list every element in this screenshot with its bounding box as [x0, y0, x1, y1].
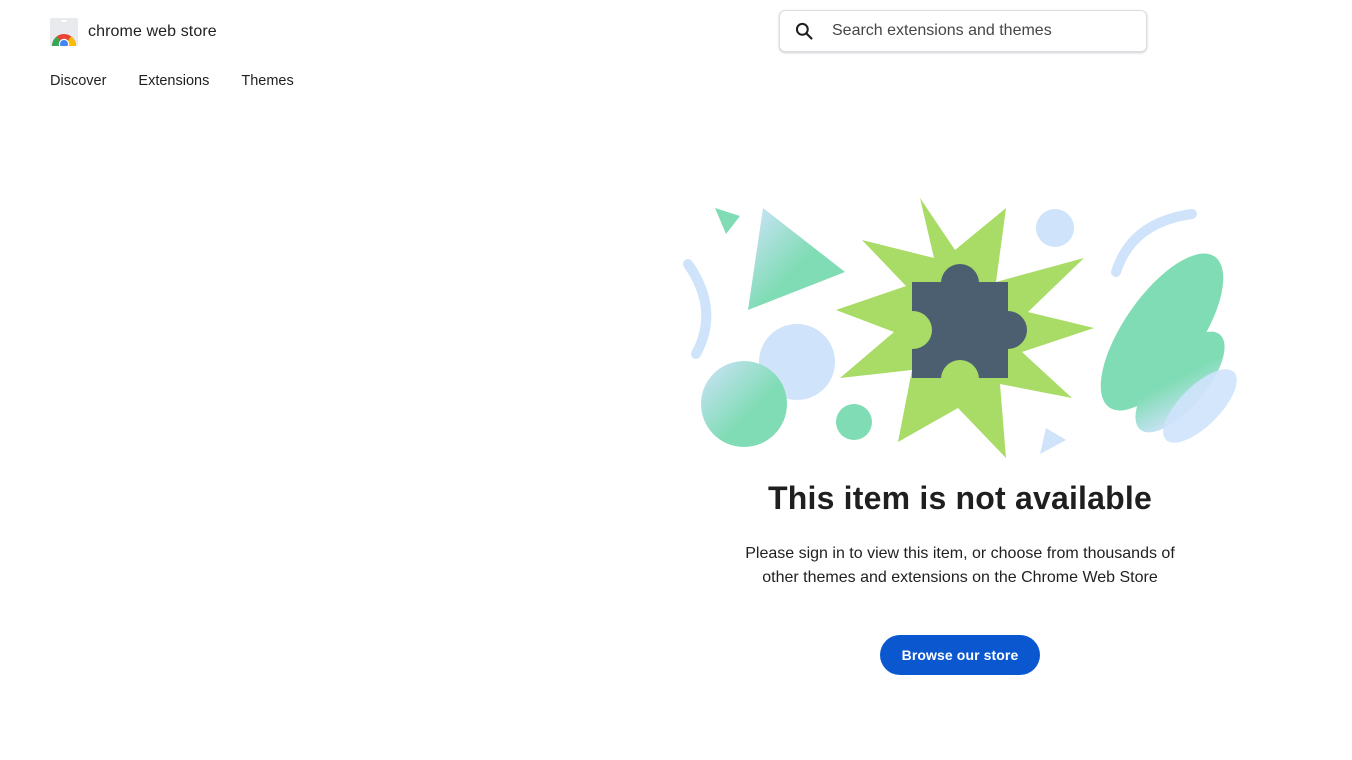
search-box[interactable] — [779, 10, 1147, 52]
search-input[interactable] — [832, 22, 1132, 40]
chrome-web-store-logo-icon — [50, 18, 78, 46]
page: chrome web store Discover Extensions The… — [0, 0, 1352, 760]
brand-link[interactable]: chrome web store — [50, 18, 217, 46]
search-icon[interactable] — [793, 20, 815, 42]
small-blue-circle-shape — [1036, 209, 1074, 247]
browse-store-button[interactable]: Browse our store — [880, 635, 1040, 675]
brand-name: chrome web store — [88, 23, 217, 40]
left-arc-shape — [683, 259, 712, 359]
unavailable-illustration — [683, 198, 1237, 458]
nav-themes[interactable]: Themes — [241, 73, 293, 89]
large-triangle-shape — [748, 208, 845, 310]
message-line-2: other themes and extensions on the Chrom… — [762, 569, 1158, 586]
gradient-circle-shape — [701, 361, 787, 447]
page-title: This item is not available — [768, 480, 1152, 516]
small-triangle-shape — [715, 208, 740, 234]
nav-discover[interactable]: Discover — [50, 73, 106, 89]
small-mint-circle-shape — [836, 404, 872, 440]
message-line-1: Please sign in to view this item, or cho… — [745, 545, 1175, 562]
small-blue-triangle-shape — [1040, 428, 1066, 454]
nav-extensions[interactable]: Extensions — [138, 73, 209, 89]
unavailable-message: Please sign in to view this item, or cho… — [720, 542, 1200, 590]
top-nav: Discover Extensions Themes — [50, 73, 294, 89]
